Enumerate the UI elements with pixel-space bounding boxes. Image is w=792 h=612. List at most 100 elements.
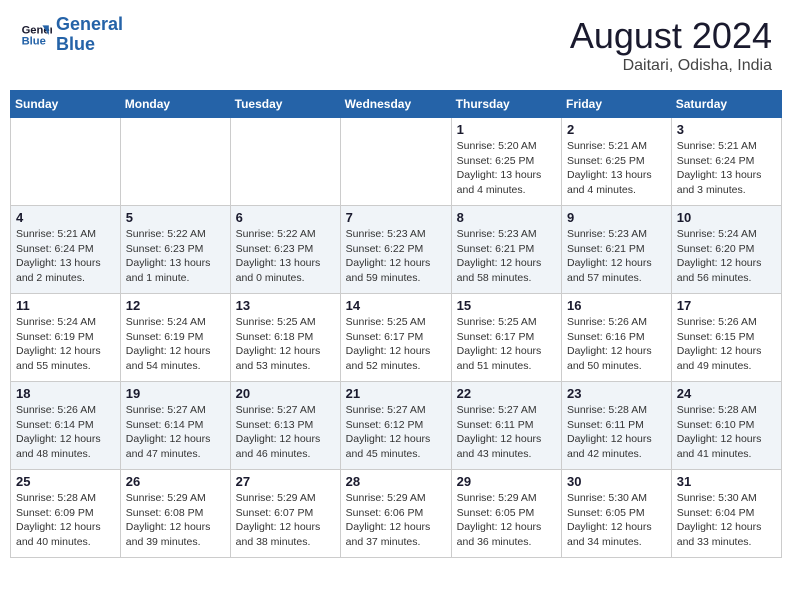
day-number: 19 (126, 386, 225, 401)
day-info: Sunrise: 5:26 AM Sunset: 6:16 PM Dayligh… (567, 315, 666, 374)
day-info: Sunrise: 5:23 AM Sunset: 6:21 PM Dayligh… (457, 227, 556, 286)
day-info: Sunrise: 5:29 AM Sunset: 6:08 PM Dayligh… (126, 491, 225, 550)
day-info: Sunrise: 5:22 AM Sunset: 6:23 PM Dayligh… (126, 227, 225, 286)
day-cell: 12 Sunrise: 5:24 AM Sunset: 6:19 PM Dayli… (120, 294, 230, 382)
day-number: 23 (567, 386, 666, 401)
day-info: Sunrise: 5:29 AM Sunset: 6:05 PM Dayligh… (457, 491, 556, 550)
day-number: 21 (346, 386, 446, 401)
day-number: 13 (236, 298, 335, 313)
month-title: August 2024 (570, 15, 772, 57)
day-info: Sunrise: 5:25 AM Sunset: 6:18 PM Dayligh… (236, 315, 335, 374)
day-cell: 10 Sunrise: 5:24 AM Sunset: 6:20 PM Dayli… (671, 206, 781, 294)
day-info: Sunrise: 5:30 AM Sunset: 6:05 PM Dayligh… (567, 491, 666, 550)
day-cell: 9 Sunrise: 5:23 AM Sunset: 6:21 PM Daylig… (562, 206, 672, 294)
day-info: Sunrise: 5:23 AM Sunset: 6:21 PM Dayligh… (567, 227, 666, 286)
day-number: 9 (567, 210, 666, 225)
day-number: 11 (16, 298, 115, 313)
day-number: 7 (346, 210, 446, 225)
day-cell: 2Sunrise: 5:21 AM Sunset: 6:25 PM Daylig… (562, 118, 672, 206)
day-cell: 16 Sunrise: 5:26 AM Sunset: 6:16 PM Dayli… (562, 294, 672, 382)
day-number: 5 (126, 210, 225, 225)
day-number: 18 (16, 386, 115, 401)
day-info: Sunrise: 5:24 AM Sunset: 6:19 PM Dayligh… (16, 315, 115, 374)
logo-general: General (56, 15, 123, 35)
day-cell: 28Sunrise: 5:29 AM Sunset: 6:06 PM Dayli… (340, 470, 451, 558)
day-number: 20 (236, 386, 335, 401)
day-cell: 15 Sunrise: 5:25 AM Sunset: 6:17 PM Dayli… (451, 294, 561, 382)
day-cell: 3Sunrise: 5:21 AM Sunset: 6:24 PM Daylig… (671, 118, 781, 206)
day-number: 26 (126, 474, 225, 489)
day-cell: 5 Sunrise: 5:22 AM Sunset: 6:23 PM Daylig… (120, 206, 230, 294)
day-info: Sunrise: 5:25 AM Sunset: 6:17 PM Dayligh… (457, 315, 556, 374)
day-cell: 27 Sunrise: 5:29 AM Sunset: 6:07 PM Dayli… (230, 470, 340, 558)
weekday-header-tuesday: Tuesday (230, 91, 340, 118)
day-cell: 13 Sunrise: 5:25 AM Sunset: 6:18 PM Dayli… (230, 294, 340, 382)
day-number: 27 (236, 474, 335, 489)
day-info: Sunrise: 5:30 AM Sunset: 6:04 PM Dayligh… (677, 491, 776, 550)
day-number: 3 (677, 122, 776, 137)
day-cell: 26 Sunrise: 5:29 AM Sunset: 6:08 PM Dayli… (120, 470, 230, 558)
week-row-2: 4 Sunrise: 5:21 AM Sunset: 6:24 PM Daylig… (11, 206, 782, 294)
day-cell: 14 Sunrise: 5:25 AM Sunset: 6:17 PM Dayli… (340, 294, 451, 382)
day-number: 6 (236, 210, 335, 225)
logo: General Blue General Blue (20, 15, 123, 55)
day-cell: 11 Sunrise: 5:24 AM Sunset: 6:19 PM Dayli… (11, 294, 121, 382)
weekday-header-row: SundayMondayTuesdayWednesdayThursdayFrid… (11, 91, 782, 118)
day-info: Sunrise: 5:25 AM Sunset: 6:17 PM Dayligh… (346, 315, 446, 374)
day-info: Sunrise: 5:21 AM Sunset: 6:24 PM Dayligh… (16, 227, 115, 286)
weekday-header-sunday: Sunday (11, 91, 121, 118)
weekday-header-thursday: Thursday (451, 91, 561, 118)
day-cell: 6 Sunrise: 5:22 AM Sunset: 6:23 PM Daylig… (230, 206, 340, 294)
day-number: 4 (16, 210, 115, 225)
day-cell: 19Sunrise: 5:27 AM Sunset: 6:14 PM Dayli… (120, 382, 230, 470)
day-info: Sunrise: 5:27 AM Sunset: 6:12 PM Dayligh… (346, 403, 446, 462)
day-info: Sunrise: 5:24 AM Sunset: 6:19 PM Dayligh… (126, 315, 225, 374)
day-number: 1 (457, 122, 556, 137)
day-number: 14 (346, 298, 446, 313)
day-info: Sunrise: 5:20 AM Sunset: 6:25 PM Dayligh… (457, 139, 556, 198)
day-info: Sunrise: 5:28 AM Sunset: 6:11 PM Dayligh… (567, 403, 666, 462)
day-cell (230, 118, 340, 206)
day-cell: 18 Sunrise: 5:26 AM Sunset: 6:14 PM Dayli… (11, 382, 121, 470)
day-number: 10 (677, 210, 776, 225)
day-cell: 4 Sunrise: 5:21 AM Sunset: 6:24 PM Daylig… (11, 206, 121, 294)
day-cell: 23 Sunrise: 5:28 AM Sunset: 6:11 PM Dayli… (562, 382, 672, 470)
day-cell: 21 Sunrise: 5:27 AM Sunset: 6:12 PM Dayli… (340, 382, 451, 470)
day-info: Sunrise: 5:24 AM Sunset: 6:20 PM Dayligh… (677, 227, 776, 286)
week-row-3: 11 Sunrise: 5:24 AM Sunset: 6:19 PM Dayli… (11, 294, 782, 382)
day-info: Sunrise: 5:22 AM Sunset: 6:23 PM Dayligh… (236, 227, 335, 286)
day-info: Sunrise: 5:29 AM Sunset: 6:06 PM Dayligh… (346, 491, 446, 550)
day-info: Sunrise: 5:29 AM Sunset: 6:07 PM Dayligh… (236, 491, 335, 550)
day-info: Sunrise: 5:28 AM Sunset: 6:10 PM Dayligh… (677, 403, 776, 462)
day-cell: 31 Sunrise: 5:30 AM Sunset: 6:04 PM Dayli… (671, 470, 781, 558)
day-number: 25 (16, 474, 115, 489)
calendar-table: SundayMondayTuesdayWednesdayThursdayFrid… (10, 90, 782, 558)
day-number: 15 (457, 298, 556, 313)
week-row-1: 1 Sunrise: 5:20 AM Sunset: 6:25 PM Daylig… (11, 118, 782, 206)
day-info: Sunrise: 5:23 AM Sunset: 6:22 PM Dayligh… (346, 227, 446, 286)
day-number: 17 (677, 298, 776, 313)
weekday-header-saturday: Saturday (671, 91, 781, 118)
day-number: 29 (457, 474, 556, 489)
weekday-header-monday: Monday (120, 91, 230, 118)
day-number: 24 (677, 386, 776, 401)
day-info: Sunrise: 5:26 AM Sunset: 6:14 PM Dayligh… (16, 403, 115, 462)
day-number: 12 (126, 298, 225, 313)
day-cell: 25 Sunrise: 5:28 AM Sunset: 6:09 PM Dayli… (11, 470, 121, 558)
day-number: 8 (457, 210, 556, 225)
day-cell: 17Sunrise: 5:26 AM Sunset: 6:15 PM Dayli… (671, 294, 781, 382)
day-number: 31 (677, 474, 776, 489)
day-number: 16 (567, 298, 666, 313)
day-cell: 30 Sunrise: 5:30 AM Sunset: 6:05 PM Dayli… (562, 470, 672, 558)
page-header: General Blue General Blue August 2024 Da… (10, 10, 782, 80)
day-info: Sunrise: 5:21 AM Sunset: 6:25 PM Dayligh… (567, 139, 666, 198)
logo-icon: General Blue (20, 19, 52, 51)
day-info: Sunrise: 5:28 AM Sunset: 6:09 PM Dayligh… (16, 491, 115, 550)
day-cell (11, 118, 121, 206)
day-cell: 8 Sunrise: 5:23 AM Sunset: 6:21 PM Daylig… (451, 206, 561, 294)
day-cell: 7 Sunrise: 5:23 AM Sunset: 6:22 PM Daylig… (340, 206, 451, 294)
day-number: 30 (567, 474, 666, 489)
day-cell: 29 Sunrise: 5:29 AM Sunset: 6:05 PM Dayli… (451, 470, 561, 558)
day-cell: 24 Sunrise: 5:28 AM Sunset: 6:10 PM Dayli… (671, 382, 781, 470)
svg-text:Blue: Blue (22, 35, 46, 47)
